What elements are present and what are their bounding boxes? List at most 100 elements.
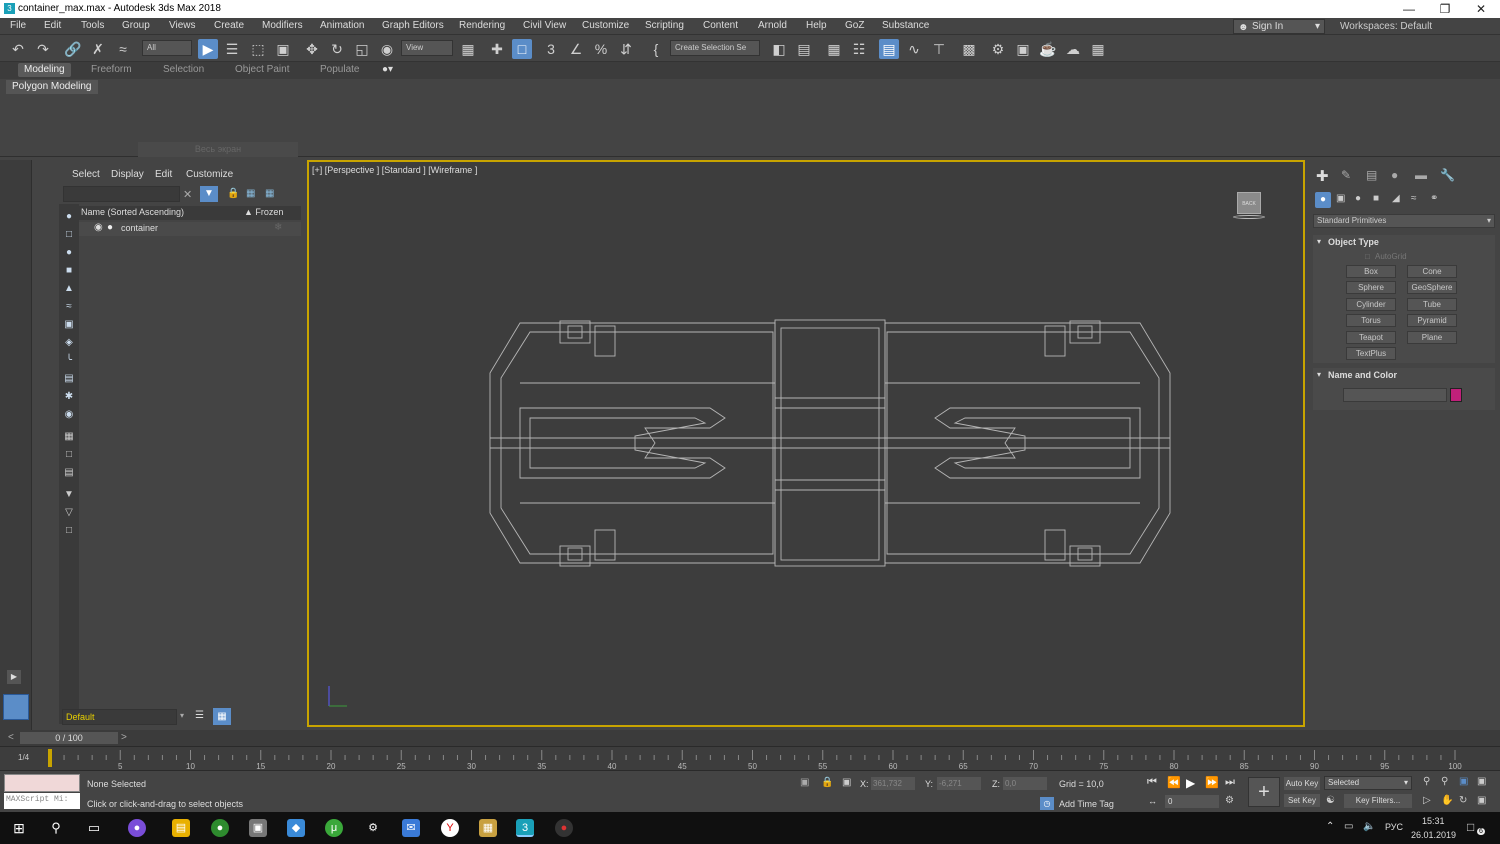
column-frozen[interactable]: ▲ Frozen bbox=[244, 207, 283, 217]
previous-key-icon[interactable]: ⏪ bbox=[1167, 776, 1181, 789]
viewport-label[interactable]: [+] [Perspective ] [Standard ] [Wirefram… bbox=[312, 165, 477, 175]
a360-gallery-icon[interactable]: ▦ bbox=[1088, 39, 1108, 59]
menu-edit[interactable]: Edit bbox=[44, 20, 61, 31]
cameras-icon[interactable]: ■ bbox=[1373, 193, 1379, 204]
go-to-start-icon[interactable]: ⏮ bbox=[1147, 776, 1157, 789]
key-set-dropdown[interactable]: Selected ▾ bbox=[1324, 776, 1412, 790]
scene-menu-customize[interactable]: Customize bbox=[186, 169, 233, 180]
category-dropdown[interactable]: Standard Primitives ▾ bbox=[1313, 214, 1495, 228]
scene-menu-edit[interactable]: Edit bbox=[155, 169, 172, 180]
material-editor-icon[interactable]: ▩ bbox=[959, 39, 979, 59]
layers-icon[interactable]: ☰ bbox=[195, 710, 204, 721]
named-selection-dropdown[interactable]: Create Selection Se bbox=[670, 40, 760, 56]
undo-icon[interactable]: ↶ bbox=[8, 39, 28, 59]
render-setup-icon[interactable]: ⚙ bbox=[988, 39, 1008, 59]
menu-group[interactable]: Group bbox=[122, 20, 150, 31]
current-frame-field[interactable]: 0 bbox=[1165, 795, 1219, 808]
3ds-max-icon[interactable]: 3 bbox=[516, 819, 534, 837]
isolate-icon[interactable]: ▣ bbox=[800, 777, 809, 788]
menu-animation[interactable]: Animation bbox=[320, 20, 364, 31]
zoom-extents-all-icon[interactable]: ▣ bbox=[1477, 776, 1486, 787]
tray-network-icon[interactable]: ▭ bbox=[1344, 821, 1353, 832]
menu-scripting[interactable]: Scripting bbox=[645, 20, 684, 31]
rollout-title[interactable]: Name and Color bbox=[1328, 370, 1397, 380]
rollout-toggle-icon[interactable]: ▾ bbox=[1317, 237, 1321, 246]
sphere-button[interactable]: Sphere bbox=[1346, 281, 1396, 294]
time-marker[interactable] bbox=[48, 749, 52, 767]
menu-create[interactable]: Create bbox=[214, 20, 244, 31]
go-to-end-icon[interactable]: ⏭ bbox=[1225, 776, 1235, 789]
shapes-icon[interactable]: ▣ bbox=[1336, 193, 1345, 204]
particles-filter-icon[interactable]: ✱ bbox=[62, 390, 76, 404]
close-button[interactable]: ✕ bbox=[1464, 0, 1498, 18]
render-production-icon[interactable]: ☕ bbox=[1038, 39, 1058, 59]
systems-icon[interactable]: ⚭ bbox=[1430, 193, 1438, 204]
rollout-toggle-icon[interactable]: ▾ bbox=[1317, 370, 1321, 379]
workspaces[interactable]: Workspaces: Default bbox=[1340, 21, 1432, 32]
scene-menu-select[interactable]: Select bbox=[72, 169, 100, 180]
tab-populate[interactable]: Populate bbox=[320, 64, 359, 75]
xrefs-filter-icon[interactable]: ◈ bbox=[62, 336, 76, 350]
cameras-filter-icon[interactable]: ■ bbox=[62, 264, 76, 278]
time-slider[interactable]: < 0 / 100 > bbox=[0, 730, 1500, 746]
scene-explorer-mode-icon[interactable]: ▦ bbox=[213, 708, 231, 725]
create-tab-icon[interactable]: ✚ bbox=[1316, 167, 1329, 185]
lights-filter-icon[interactable]: ● bbox=[62, 246, 76, 260]
minimize-button[interactable]: — bbox=[1392, 0, 1426, 18]
menu-views[interactable]: Views bbox=[169, 20, 196, 31]
settings-icon[interactable]: ⚙ bbox=[364, 819, 382, 837]
clock-date[interactable]: 26.01.2019 bbox=[1411, 830, 1456, 840]
network-icon[interactable]: ▣ bbox=[249, 819, 267, 837]
time-config-icon[interactable]: 1/4 bbox=[18, 753, 29, 762]
app-red-icon[interactable]: ● bbox=[555, 819, 573, 837]
filter-icon[interactable]: ▼ bbox=[200, 186, 218, 202]
next-frame-icon[interactable]: > bbox=[121, 732, 127, 743]
menu-modifiers[interactable]: Modifiers bbox=[262, 20, 303, 31]
maxscript-listener[interactable] bbox=[4, 774, 80, 792]
object-name-input[interactable] bbox=[1343, 388, 1447, 402]
chevron-down-icon[interactable]: ▾ bbox=[180, 711, 184, 720]
file-explorer-icon[interactable]: ▤ bbox=[172, 819, 190, 837]
utorrent-icon[interactable]: μ bbox=[325, 819, 343, 837]
selection-filter-dropdown[interactable]: All bbox=[142, 40, 192, 56]
expand-arrow-icon[interactable]: ▶ bbox=[7, 670, 21, 684]
perspective-viewport[interactable]: [+] [Perspective ] [Standard ] [Wirefram… bbox=[307, 160, 1305, 727]
maximize-viewport-icon[interactable]: ▣ bbox=[1477, 795, 1486, 806]
angle-snap-icon[interactable]: ∠ bbox=[566, 39, 586, 59]
schematic-view-icon[interactable]: ⊤ bbox=[929, 39, 949, 59]
unlink-icon[interactable]: ✗ bbox=[88, 39, 108, 59]
display-none-icon[interactable]: □ bbox=[62, 448, 76, 462]
window-crossing-icon[interactable]: ▣ bbox=[273, 39, 293, 59]
task-view-icon[interactable]: ▭ bbox=[85, 819, 103, 837]
find-icon[interactable]: □ bbox=[62, 524, 76, 538]
modify-tab-icon[interactable]: ✎ bbox=[1341, 168, 1351, 182]
freeze-icon[interactable]: ❄ bbox=[274, 222, 282, 233]
app-icon[interactable]: ◆ bbox=[287, 819, 305, 837]
rollout-title[interactable]: Object Type bbox=[1328, 237, 1379, 247]
scene-search-input[interactable] bbox=[63, 186, 180, 202]
volume-icon[interactable]: 🔈 bbox=[1363, 821, 1375, 832]
redo-icon[interactable]: ↷ bbox=[33, 39, 53, 59]
list-item[interactable]: ◉ ● container ❄ bbox=[79, 222, 301, 236]
track-bar[interactable]: 1/4 5 10 15 20 25 30 35 40 45 50 55 60 65 70 75 80 85 90 9… bbox=[0, 746, 1500, 771]
motion-tab-icon[interactable]: ● bbox=[1391, 168, 1398, 182]
selection-lock-icon[interactable]: 🔒 bbox=[821, 777, 833, 788]
rect-selection-icon[interactable]: ⬚ bbox=[248, 39, 268, 59]
key-filter-icon[interactable]: ☯ bbox=[1326, 795, 1335, 806]
reference-coord-dropdown[interactable]: View bbox=[401, 40, 453, 56]
menu-substance[interactable]: Substance bbox=[882, 20, 929, 31]
utilities-tab-icon[interactable]: 🔧 bbox=[1440, 168, 1455, 182]
curve-editor-icon[interactable]: ∿ bbox=[904, 39, 924, 59]
cylinder-button[interactable]: Cylinder bbox=[1346, 298, 1396, 311]
move-icon[interactable]: ✥ bbox=[302, 39, 322, 59]
ribbon-options-icon[interactable]: ●▾ bbox=[382, 64, 393, 75]
set-key-mode-button[interactable]: Set Key bbox=[1284, 794, 1320, 807]
tab-object-paint[interactable]: Object Paint bbox=[235, 64, 289, 75]
orbit-icon[interactable]: ↻ bbox=[1459, 795, 1467, 806]
scene-explorer-toggle-icon[interactable]: ▦ bbox=[824, 39, 844, 59]
layer-explorer-icon[interactable]: ☷ bbox=[849, 39, 869, 59]
groups-filter-icon[interactable]: ▣ bbox=[62, 318, 76, 332]
notifications-icon[interactable]: □ bbox=[1467, 820, 1474, 834]
absolute-mode-icon[interactable]: ▣ bbox=[842, 777, 851, 788]
box-button[interactable]: Box bbox=[1346, 265, 1396, 278]
